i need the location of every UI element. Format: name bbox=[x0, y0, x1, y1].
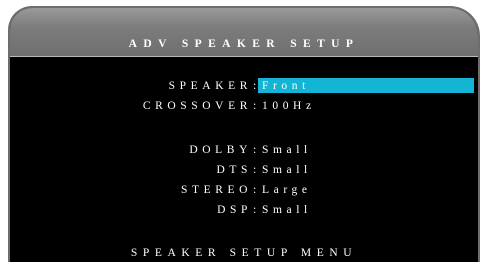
menu-row-dsp[interactable]: DSP : Small bbox=[10, 202, 478, 218]
menu-row-crossover[interactable]: CROSSOVER : 100Hz bbox=[10, 98, 478, 114]
menu-row-label: SPEAKER bbox=[168, 80, 252, 92]
separator: : bbox=[253, 184, 257, 196]
separator: : bbox=[253, 100, 257, 112]
separator: : bbox=[253, 80, 257, 92]
menu-row-label: DSP bbox=[217, 204, 252, 216]
osd-screen: ADV SPEAKER SETUP SPEAKER : Front CROSSO… bbox=[8, 6, 480, 262]
menu-footer: SPEAKER SETUP MENU bbox=[130, 247, 358, 259]
menu-row-value[interactable]: Small bbox=[262, 162, 312, 178]
menu-row-dolby[interactable]: DOLBY : Small bbox=[10, 142, 478, 158]
title-bar: ADV SPEAKER SETUP bbox=[10, 8, 478, 57]
menu-row-value-selected[interactable]: Front bbox=[258, 78, 474, 93]
menu-row-label: DOLBY bbox=[189, 144, 252, 156]
menu-row-label: STEREO bbox=[180, 184, 252, 196]
menu-row-value[interactable]: 100Hz bbox=[262, 98, 316, 114]
separator: : bbox=[253, 164, 257, 176]
menu-row-label: CROSSOVER bbox=[142, 100, 252, 112]
separator: : bbox=[253, 144, 257, 156]
menu-row-value[interactable]: Small bbox=[262, 202, 312, 218]
menu-row-value[interactable]: Large bbox=[262, 182, 312, 198]
menu-row-value[interactable]: Small bbox=[262, 142, 312, 158]
menu-row-label: DTS bbox=[216, 164, 252, 176]
menu-row-stereo[interactable]: STEREO : Large bbox=[10, 182, 478, 198]
menu-row-speaker[interactable]: SPEAKER : Front bbox=[10, 78, 478, 94]
menu-row-dts[interactable]: DTS : Small bbox=[10, 162, 478, 178]
separator: : bbox=[253, 204, 257, 216]
menu-title: ADV SPEAKER SETUP bbox=[128, 38, 360, 50]
